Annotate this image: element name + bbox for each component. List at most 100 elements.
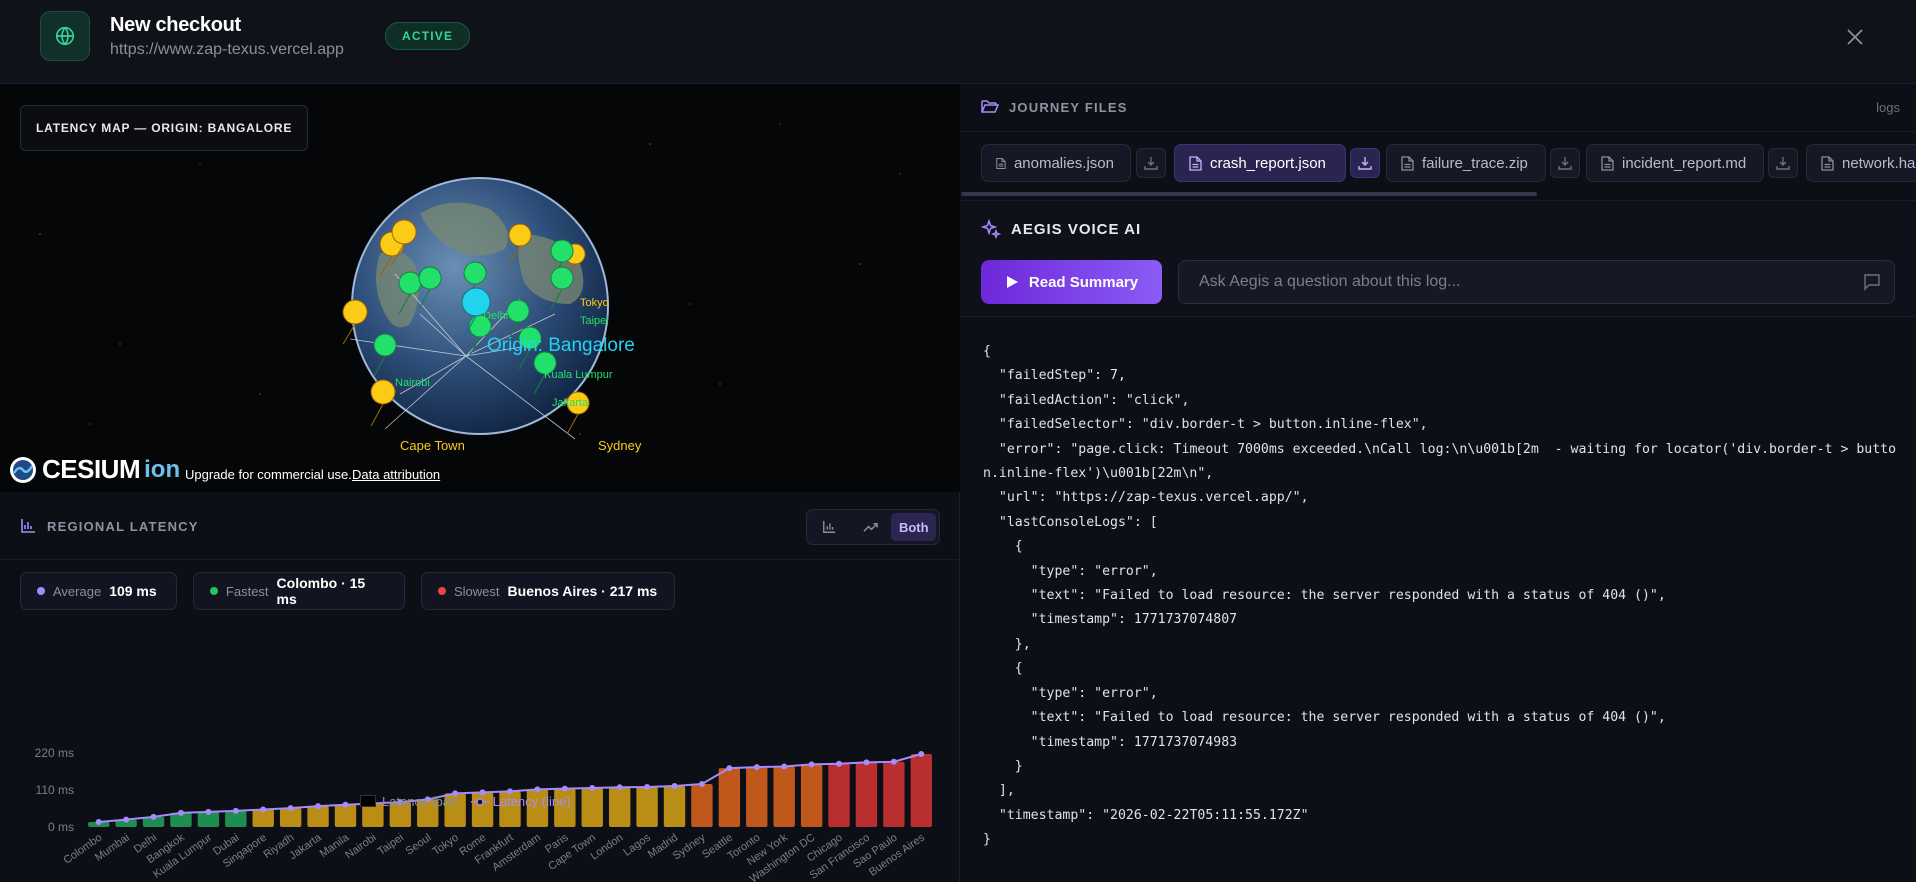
download-button-failure-trace[interactable] [1550,148,1580,178]
latency-point[interactable] [890,758,897,765]
download-icon [1558,157,1572,170]
latency-bar[interactable] [910,754,932,827]
latency-bar[interactable] [307,806,329,827]
chart-view-toggle: Both [806,509,940,545]
file-tab-anomalies[interactable]: anomalies.json [981,144,1131,182]
latency-point[interactable] [808,761,815,768]
left-panel: Origin: Bangalore Cape Town Sydney Tokyo… [0,84,960,882]
latency-point[interactable] [671,782,678,789]
close-button[interactable] [1840,22,1870,52]
latency-bar[interactable] [608,787,631,827]
city-label-nairobi: Nairobi [395,377,430,389]
x-tick-label: Seoul [404,832,434,858]
file-tab-label: network.ha [1842,154,1916,172]
read-summary-button[interactable]: Read Summary [981,260,1162,304]
latency-bar[interactable] [828,763,850,827]
latency-bar[interactable] [334,804,357,827]
file-icon [1601,155,1614,171]
latency-point[interactable] [561,785,568,792]
data-attribution-link[interactable]: Data attribution [352,467,440,482]
stat-average-dot [37,587,45,595]
latency-bar[interactable] [773,766,795,827]
legend-item-bar[interactable]: Latency (bar) [360,794,459,809]
latency-point[interactable] [863,759,870,766]
latency-point[interactable] [232,807,239,814]
file-icon [1821,155,1834,171]
latency-point[interactable] [589,784,596,791]
latency-bar[interactable] [800,764,823,827]
file-tab-incident-report[interactable]: incident_report.md [1586,144,1764,182]
toggle-both-button[interactable]: Both [891,513,937,541]
latency-point[interactable] [123,816,130,823]
latency-point[interactable] [342,801,349,808]
latency-point[interactable] [315,803,322,810]
download-button-crash-report[interactable] [1350,148,1380,178]
city-label-jakarta: Jakarta [552,397,589,409]
stat-slowest-value: Buenos Aires · 217 ms [507,583,658,599]
toggle-line-button[interactable] [851,513,890,541]
download-button-anomalies[interactable] [1136,148,1166,178]
latency-point[interactable] [644,783,651,790]
legend-line-label: Latency (line) [492,794,571,809]
logs-label: logs [1876,100,1900,115]
latency-point[interactable] [150,813,157,820]
download-button-incident-report[interactable] [1768,148,1798,178]
latency-chart: 0 ms110 ms220 msColomboMumbai DelhiBangko… [35,746,932,882]
chat-bubble-icon[interactable] [1863,273,1881,291]
regional-latency-title: REGIONAL LATENCY [47,519,199,534]
city-label-kuala-lumpur: Kuala Lumpur [544,369,613,381]
log-content: { "failedStep": 7, "failedAction": "clic… [983,344,1897,848]
y-tick-label: 0 ms [48,820,74,834]
file-tab-label: incident_report.md [1622,154,1747,172]
latency-bar[interactable] [718,768,741,827]
file-tab-label: anomalies.json [1013,154,1114,172]
file-tab-label: failure_trace.zip [1422,154,1528,172]
latency-point[interactable] [287,805,294,812]
file-icon [1401,155,1414,171]
latency-point[interactable] [205,808,212,815]
toggle-bar-button[interactable] [810,513,849,541]
latency-map[interactable]: Origin: Bangalore Cape Town Sydney Tokyo… [0,84,960,492]
cesium-logo[interactable]: CESIUM ion [8,454,180,485]
latency-bar[interactable] [663,785,686,827]
file-tabs: anomalies.json crash_report.json failure… [981,144,1916,184]
journey-files-title: JOURNEY FILES [1009,100,1128,115]
app-url: https://www.zap-texus.vercel.app [110,41,344,58]
latency-bar[interactable] [855,762,878,827]
latency-point[interactable] [698,780,705,787]
latency-point[interactable] [260,806,267,813]
play-icon [1006,276,1018,288]
map-title: LATENCY MAP — ORIGIN: BANGALORE [20,105,309,151]
page-title: New checkout [110,14,241,36]
latency-bar[interactable] [746,767,768,827]
latency-bar[interactable] [636,786,658,827]
latency-bar[interactable] [581,787,603,827]
city-label-cape-town: Cape Town [400,438,465,453]
latency-point[interactable] [534,786,541,793]
right-panel: JOURNEY FILES logs anomalies.json crash_… [961,84,1916,882]
close-icon [1847,29,1863,45]
file-icon [996,157,1006,169]
latency-point[interactable] [918,751,925,758]
file-icon [1189,155,1202,171]
latency-point[interactable] [781,763,788,770]
latency-bar[interactable] [691,783,713,827]
chart-legend: Latency (bar) Latency (line) [360,794,571,809]
bar-chart-icon [21,519,35,533]
x-tick-label: Jakarta [287,831,324,862]
latency-bar[interactable] [883,761,905,827]
latency-point[interactable] [616,784,623,791]
latency-point[interactable] [177,809,184,816]
legend-item-line[interactable]: Latency (line) [470,794,571,809]
ask-aegis-input[interactable] [1178,260,1895,304]
latency-point[interactable] [836,760,843,767]
file-tab-crash-report[interactable]: crash_report.json [1174,144,1346,182]
latency-point[interactable] [726,765,733,772]
stat-average: Average 109 ms [20,572,177,610]
latency-point[interactable] [95,818,102,825]
folder-open-icon [981,100,999,113]
latency-point[interactable] [753,764,760,771]
file-tab-network-har[interactable]: network.ha [1806,144,1916,182]
file-tab-failure-trace[interactable]: failure_trace.zip [1386,144,1546,182]
file-tabs-scrollbar[interactable] [961,192,1537,196]
